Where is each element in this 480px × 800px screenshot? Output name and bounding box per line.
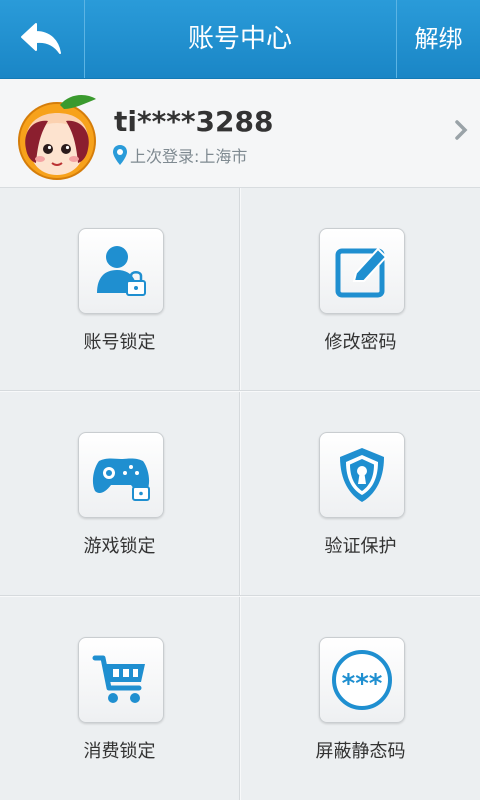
grid-item-block-static-code[interactable]: *** 屏蔽静态码 [241, 597, 480, 800]
shield-keyhole-icon [340, 448, 384, 502]
last-login: 上次登录:上海市 [112, 143, 247, 167]
grid-item-change-password[interactable]: 修改密码 [241, 188, 480, 391]
divider [0, 595, 480, 597]
username: ti****3288 [114, 105, 274, 138]
page-title: 账号中心 [187, 24, 292, 54]
location-pin-icon [113, 145, 127, 165]
tile: *** [319, 637, 405, 723]
grid-item-payment-lock[interactable]: 消费锁定 [0, 597, 239, 800]
divider [239, 188, 241, 800]
gamepad-lock-icon [92, 458, 150, 501]
grid-item-account-lock[interactable]: 账号锁定 [0, 188, 239, 391]
avatar [18, 95, 96, 180]
tile [319, 228, 405, 314]
grid-item-label: 账号锁定 [83, 332, 156, 353]
title-bar: 账号中心 解绑 [0, 0, 480, 79]
chevron-right-icon [455, 120, 468, 140]
edit-icon [335, 247, 388, 298]
grid-item-label: 消费锁定 [83, 741, 156, 762]
tile [78, 432, 164, 518]
password-dots-icon: *** [332, 650, 392, 710]
back-button[interactable] [0, 0, 84, 78]
last-login-text: 上次登录:上海市 [130, 147, 248, 166]
grid-item-label: 验证保护 [324, 536, 397, 557]
unbind-button[interactable]: 解绑 [397, 0, 480, 78]
svg-text:***: *** [342, 669, 383, 699]
divider [0, 390, 480, 392]
back-arrow-icon [21, 23, 61, 54]
grid-item-label: 游戏锁定 [83, 536, 156, 557]
user-lock-icon [97, 246, 146, 296]
account-row[interactable]: ti****3288 上次登录:上海市 [0, 79, 480, 188]
shopping-cart-icon [92, 655, 145, 703]
grid-item-label: 修改密码 [324, 332, 397, 353]
security-grid: 账号锁定 修改密码 游戏锁定 验证保护 消费锁定 *** 屏蔽静态码 [0, 188, 480, 800]
tile [78, 637, 164, 723]
tile [78, 228, 164, 314]
tile [319, 432, 405, 518]
grid-item-game-lock[interactable]: 游戏锁定 [0, 392, 239, 595]
grid-item-label: 屏蔽静态码 [315, 741, 406, 762]
grid-item-verify-protect[interactable]: 验证保护 [241, 392, 480, 595]
